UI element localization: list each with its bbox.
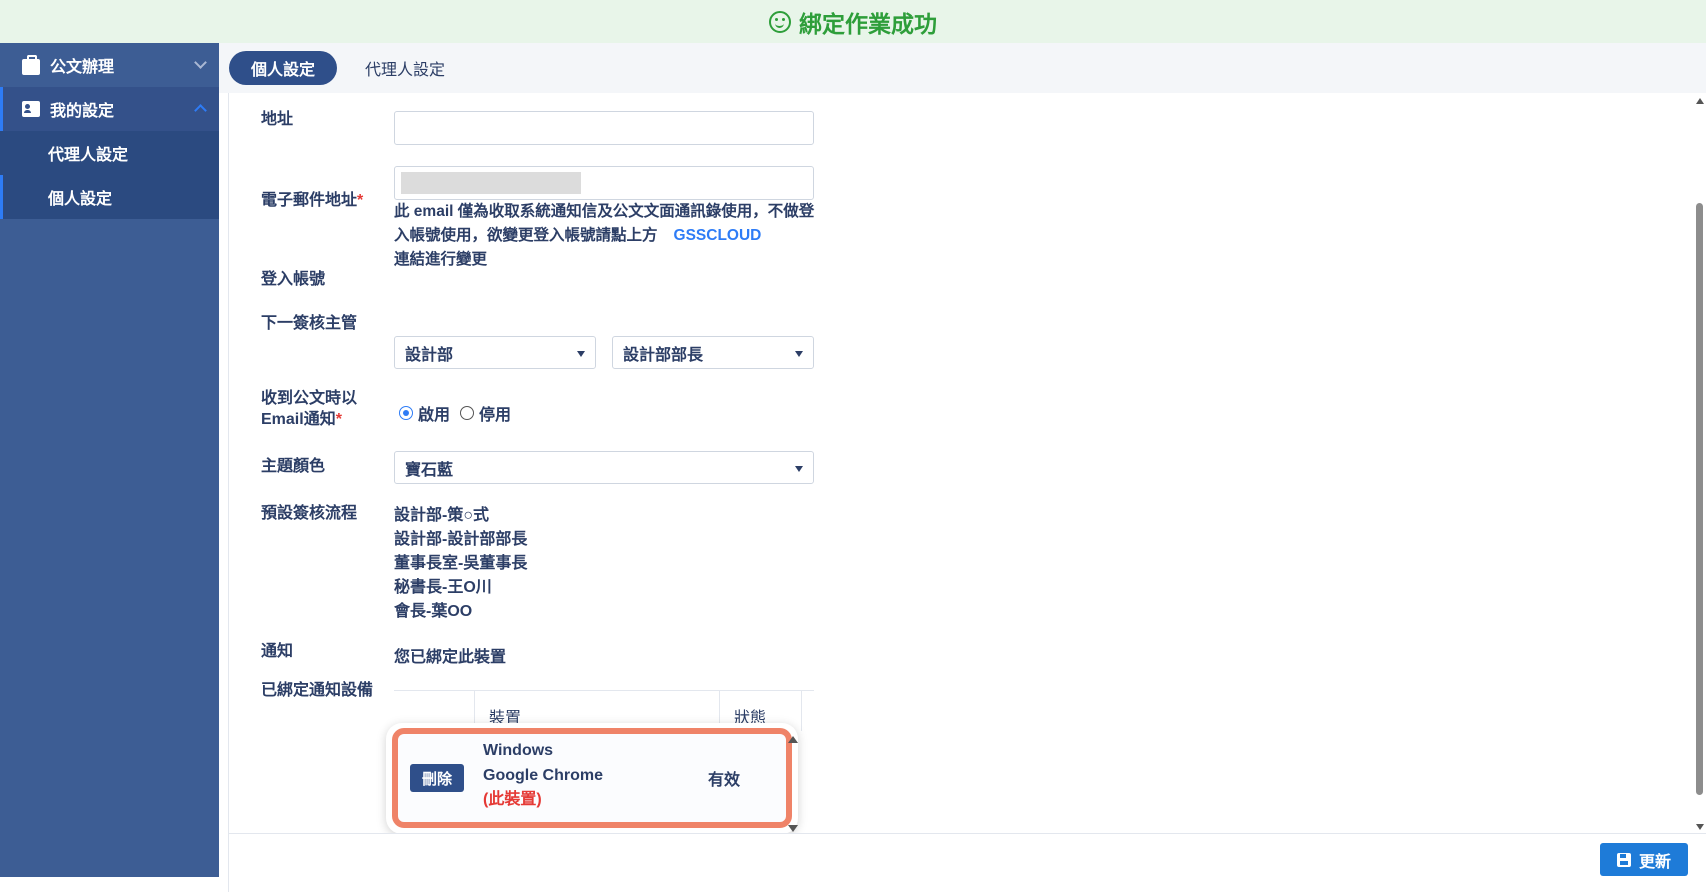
update-button[interactable]: 更新 [1600, 843, 1688, 876]
save-icon [1616, 852, 1631, 867]
approval-flow-label: 預設簽核流程 [261, 505, 358, 522]
radio-enable[interactable] [399, 406, 413, 420]
email-note: 此 email 僅為收取系統通知信及公文文面通訊錄使用，不做登入帳號使用，欲變更… [394, 203, 815, 268]
notice-label: 通知 [261, 643, 294, 660]
device-browser: Google Chrome [483, 766, 604, 784]
scroll-up-icon[interactable] [788, 736, 798, 743]
device-info: Windows Google Chrome (此裝置) [483, 739, 603, 813]
email-notify-label: 收到公文時以 Email通知* [261, 390, 358, 428]
delete-device-button[interactable]: 刪除 [410, 764, 464, 792]
this-device-tag: (此裝置) [483, 791, 542, 808]
flow-step: 會長-葉OO [394, 603, 473, 620]
sidebar-item-label: 我的設定 [50, 103, 115, 120]
chevron-down-icon [194, 56, 207, 69]
scroll-down-icon[interactable] [788, 825, 798, 832]
notice-value: 您已綁定此裝置 [394, 649, 507, 666]
address-label: 地址 [261, 111, 294, 128]
smile-icon [769, 10, 791, 33]
flow-step: 設計部-設計部部長 [394, 531, 528, 548]
chevron-up-icon [194, 104, 207, 117]
flow-step: 秘書長-王O川 [394, 579, 492, 596]
table-scrollbar[interactable] [788, 734, 798, 834]
supervisor-label: 下一簽核主管 [261, 315, 358, 332]
flow-step: 董事長室-吳董事長 [394, 555, 528, 572]
dropdown-arrow-icon [577, 351, 585, 357]
sidebar-item-label: 公文辦理 [50, 59, 115, 76]
banner-message: 綁定作業成功 [799, 10, 937, 37]
scrollbar-thumb[interactable] [1696, 203, 1703, 795]
sidebar-item-documents[interactable]: 公文辦理 [0, 43, 219, 87]
email-input[interactable] [394, 166, 814, 200]
tab-bar: 個人設定 代理人設定 [219, 43, 1706, 93]
email-label: 電子郵件地址* [261, 192, 364, 209]
footer-bar: 更新 [228, 833, 1706, 892]
briefcase-icon [22, 54, 40, 75]
dropdown-arrow-icon [795, 351, 803, 357]
device-status: 有效 [708, 772, 741, 789]
supervisor-person-select[interactable]: 設計部部長 [612, 336, 814, 369]
radio-disable[interactable] [460, 406, 475, 420]
theme-color-select[interactable]: 寶石藍 [394, 451, 814, 484]
sidebar-subitem-personal-settings[interactable]: 個人設定 [0, 175, 219, 219]
email-value-redacted [401, 172, 581, 194]
scroll-up-icon[interactable] [1696, 98, 1704, 104]
main-scrollbar[interactable] [1694, 93, 1706, 833]
email-notify-options: 啟用 停用 [399, 401, 511, 425]
device-os: Windows [483, 742, 554, 759]
sidebar-subitem-agent-settings[interactable]: 代理人設定 [0, 131, 219, 175]
sidebar: 公文辦理 我的設定 代理人設定 個人設定 [0, 43, 219, 877]
supervisor-dept-select[interactable]: 設計部 [394, 336, 596, 369]
dropdown-arrow-icon [795, 466, 803, 472]
flow-step: 設計部-策○式 [394, 507, 489, 524]
theme-color-label: 主題顏色 [261, 458, 326, 475]
table-row: 刪除 Windows Google Chrome (此裝置) 有效 [392, 728, 798, 832]
settings-form: 地址 電子郵件地址* 此 email 僅為收取系統通知信及公文文面通訊錄使用，不… [228, 93, 1706, 833]
tab-agent-settings[interactable]: 代理人設定 [343, 51, 467, 85]
address-input[interactable] [394, 111, 814, 145]
gsscloud-link[interactable]: GSSCLOUD [674, 227, 762, 244]
bound-devices-label: 已綁定通知設備 [261, 682, 374, 699]
success-banner: 綁定作業成功 [0, 0, 1706, 43]
device-row-highlight: 刪除 Windows Google Chrome (此裝置) 有效 [386, 723, 798, 834]
approval-flow-list: 設計部-策○式 設計部-設計部部長 董事長室-吳董事長 秘書長-王O川 會長-葉… [394, 504, 527, 624]
sidebar-item-my-settings[interactable]: 我的設定 [0, 87, 219, 131]
login-account-label: 登入帳號 [261, 271, 326, 288]
scroll-down-icon[interactable] [1696, 824, 1704, 830]
id-card-icon [22, 101, 40, 117]
tab-personal-settings[interactable]: 個人設定 [229, 51, 338, 85]
